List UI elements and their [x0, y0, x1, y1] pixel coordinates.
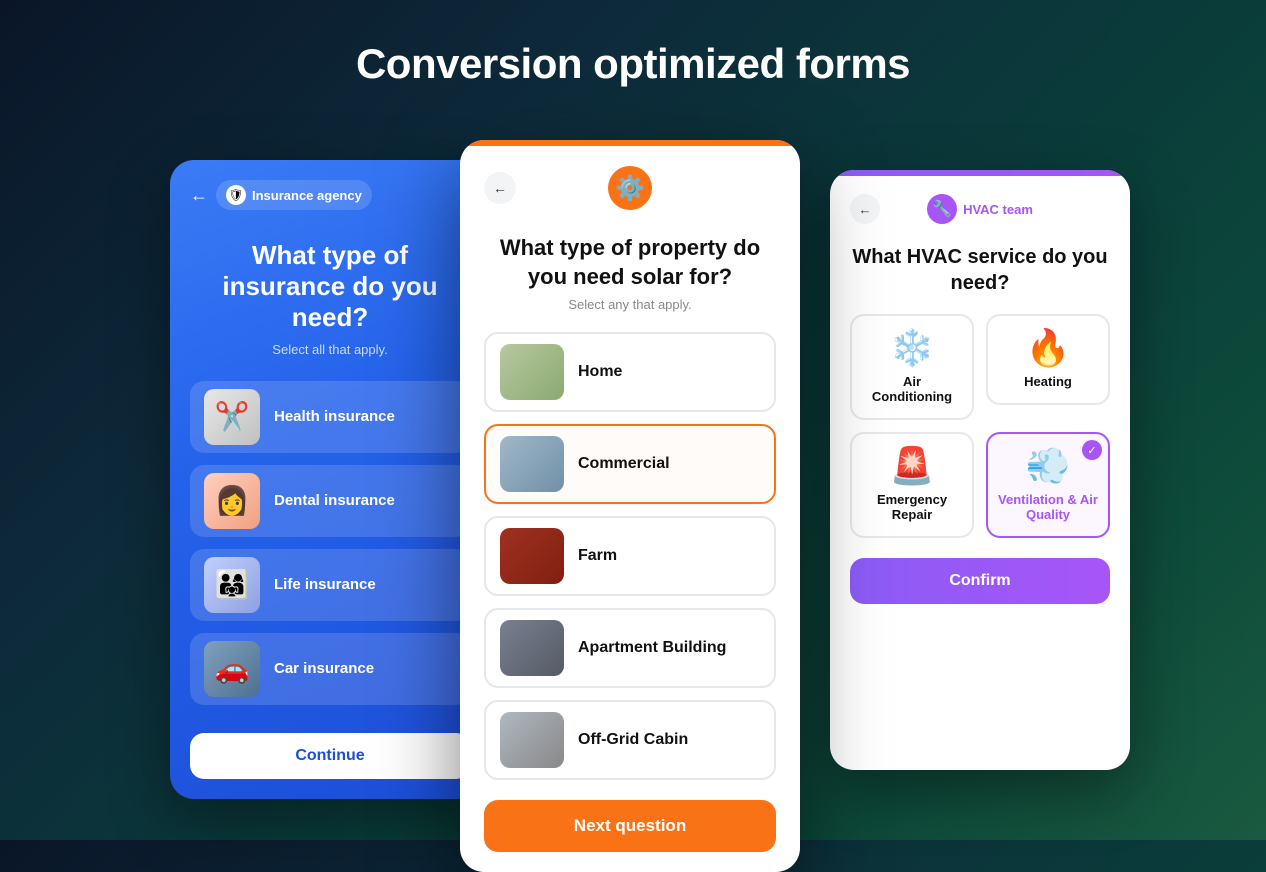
continue-button[interactable]: Continue	[190, 733, 470, 779]
fire-icon: 🔥	[1026, 330, 1071, 366]
hvac-card-header: ← 🔧 HVAC team	[850, 194, 1110, 224]
property-option-farm[interactable]: Farm	[484, 516, 776, 596]
dental-image: 👩	[204, 473, 260, 529]
ventilation-label: Ventilation & Air Quality	[998, 492, 1098, 522]
gear-icon: ⚙️	[615, 174, 645, 203]
snowflake-icon: ❄️	[890, 330, 935, 366]
hvac-option-emergency[interactable]: 🚨 Emergency Repair	[850, 432, 974, 538]
insurance-subtitle: Select all that apply.	[190, 342, 470, 357]
left-card-header: ← 🛡 Insurance agency	[190, 180, 470, 210]
heating-label: Heating	[1024, 374, 1072, 389]
hvac-card: ← 🔧 HVAC team What HVAC service do you n…	[830, 170, 1130, 770]
confirm-button[interactable]: Confirm	[850, 558, 1110, 604]
dental-label: Dental insurance	[274, 492, 395, 509]
farm-image	[500, 528, 564, 584]
property-option-home[interactable]: Home	[484, 332, 776, 412]
home-image	[500, 344, 564, 400]
home-label: Home	[578, 363, 622, 381]
commercial-label: Commercial	[578, 455, 670, 473]
insurance-brand: 🛡 Insurance agency	[216, 180, 372, 210]
offgrid-label: Off-Grid Cabin	[578, 731, 688, 749]
left-back-button[interactable]: ←	[190, 185, 208, 206]
hvac-option-ac-wrap: ❄️ Air Conditioning	[850, 314, 974, 420]
insurance-option-health[interactable]: ✂️ Health insurance	[190, 381, 470, 453]
commercial-image	[500, 436, 564, 492]
insurance-option-dental[interactable]: 👩 Dental insurance	[190, 465, 470, 537]
brand-name: Insurance agency	[252, 188, 362, 203]
property-option-commercial[interactable]: Commercial	[484, 424, 776, 504]
hvac-option-heating[interactable]: 🔥 Heating	[986, 314, 1110, 405]
offgrid-image	[500, 712, 564, 768]
hvac-option-emergency-wrap: 🚨 Emergency Repair	[850, 432, 974, 538]
alarm-icon: 🚨	[890, 448, 935, 484]
wind-icon: 💨	[1026, 448, 1071, 484]
solar-subtitle: Select any that apply.	[484, 297, 776, 312]
solar-card: ← ⚙️ What type of property do you need s…	[460, 140, 800, 872]
selected-checkmark: ✓	[1082, 440, 1102, 460]
hvac-options-grid: ❄️ Air Conditioning 🔥 Heating 🚨 Emergenc…	[850, 314, 1110, 538]
life-label: Life insurance	[274, 576, 376, 593]
solar-back-button[interactable]: ←	[484, 172, 516, 204]
hvac-brand: 🔧 HVAC team	[927, 194, 1033, 224]
hvac-option-ventilation-wrap: 💨 Ventilation & Air Quality ✓	[986, 432, 1110, 538]
car-image: 🚗	[204, 641, 260, 697]
property-option-offgrid[interactable]: Off-Grid Cabin	[484, 700, 776, 780]
solar-logo: ⚙️	[608, 166, 652, 210]
ac-label: Air Conditioning	[862, 374, 962, 404]
life-image: 👨‍👩‍👧	[204, 557, 260, 613]
insurance-option-life[interactable]: 👨‍👩‍👧 Life insurance	[190, 549, 470, 621]
property-option-apartment[interactable]: Apartment Building	[484, 608, 776, 688]
insurance-question: What type of insurance do you need?	[190, 240, 470, 334]
apartment-image	[500, 620, 564, 676]
hvac-back-button[interactable]: ←	[850, 194, 880, 224]
page-title: Conversion optimized forms	[0, 0, 1266, 88]
scissors-icon: ✂️	[215, 400, 250, 433]
hvac-option-heating-wrap: 🔥 Heating	[986, 314, 1110, 420]
next-question-button[interactable]: Next question	[484, 800, 776, 852]
health-image: ✂️	[204, 389, 260, 445]
hvac-logo-icon: 🔧	[927, 194, 957, 224]
person-icon: 👩	[215, 484, 250, 517]
health-label: Health insurance	[274, 408, 395, 425]
brand-shield-icon: 🛡	[226, 185, 246, 205]
farm-label: Farm	[578, 547, 617, 565]
hvac-option-ac[interactable]: ❄️ Air Conditioning	[850, 314, 974, 420]
insurance-option-car[interactable]: 🚗 Car insurance	[190, 633, 470, 705]
insurance-card: ← 🛡 Insurance agency What type of insura…	[170, 160, 490, 799]
solar-question: What type of property do you need solar …	[484, 234, 776, 291]
apartment-label: Apartment Building	[578, 639, 726, 657]
hvac-question: What HVAC service do you need?	[850, 244, 1110, 296]
solar-card-header: ← ⚙️	[484, 166, 776, 210]
car-icon: 🚗	[215, 652, 250, 685]
emergency-label: Emergency Repair	[862, 492, 962, 522]
family-icon: 👨‍👩‍👧	[215, 568, 250, 601]
hvac-brand-text: HVAC team	[963, 202, 1033, 217]
car-label: Car insurance	[274, 660, 374, 677]
